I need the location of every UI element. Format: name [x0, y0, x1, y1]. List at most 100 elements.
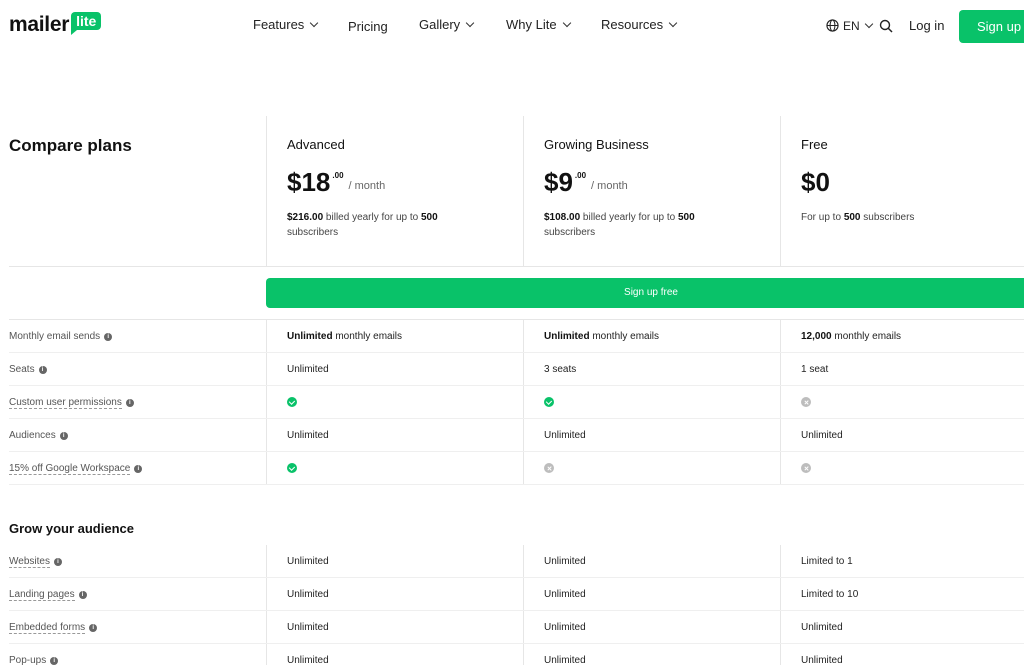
cell-value: Unlimited — [287, 589, 329, 600]
info-icon[interactable]: i — [89, 624, 98, 632]
plan-price: $9 .00 / month — [544, 167, 628, 197]
nav-resources[interactable]: Resources — [601, 17, 678, 32]
nav-why-lite[interactable]: Why Lite — [506, 17, 571, 32]
cell-value: Limited to 10 — [801, 589, 859, 600]
row-label-websites[interactable]: Websites i — [9, 556, 62, 568]
cell-value: Limited to 1 — [801, 556, 853, 567]
cell-value: Unlimited — [801, 655, 843, 665]
plan-free: Free $0 For up to 500 subscribers — [780, 116, 1024, 266]
row-label-text: Custom user permissions — [9, 397, 122, 409]
table-row: Custom user permissions i — [9, 386, 1024, 419]
info-icon[interactable]: i — [59, 431, 68, 440]
nav-features-label: Features — [253, 17, 305, 32]
cell-bold-value: 12,000 — [801, 331, 832, 342]
table-cell: Unlimited — [266, 644, 523, 665]
cell-value: monthly emails — [831, 331, 902, 342]
cell-value: monthly emails — [332, 331, 403, 342]
table-cell — [780, 452, 1024, 485]
note-tail: subscribers — [544, 227, 596, 238]
note-mid: billed yearly for up to — [580, 212, 678, 223]
table-cell — [780, 386, 1024, 419]
info-icon[interactable]: i — [53, 558, 62, 566]
cell-value: Unlimited — [544, 556, 586, 567]
info-icon[interactable]: i — [134, 465, 143, 473]
table-cell: Unlimited — [780, 419, 1024, 452]
table-cell — [266, 452, 523, 485]
cross-icon — [801, 463, 811, 473]
language-selector[interactable]: EN — [843, 19, 873, 33]
plan-name: Advanced — [287, 137, 345, 152]
cell-value: Unlimited — [544, 655, 586, 665]
nav-gallery[interactable]: Gallery — [419, 17, 475, 32]
note-subs: 500 — [843, 212, 861, 223]
cell-value: Unlimited — [544, 430, 586, 441]
row-label-text: Landing pages — [9, 589, 75, 601]
table-cell: Limited to 10 — [780, 578, 1024, 611]
row-label-text: Websites — [9, 556, 50, 568]
plan-billing-note: $216.00 billed yearly for up to 500 subs… — [287, 210, 487, 240]
cell-value: Unlimited — [287, 622, 329, 633]
table-row: Pop-ups i Unlimited Unlimited Unlimited — [9, 644, 1024, 665]
nav-gallery-label: Gallery — [419, 17, 461, 32]
nav-why-lite-label: Why Lite — [506, 17, 557, 32]
signup-button[interactable]: Sign up — [959, 10, 1024, 43]
row-label-text: Embedded forms — [9, 622, 86, 634]
table-cell — [523, 386, 780, 419]
cell-value: 3 seats — [544, 364, 577, 375]
plan-price: $0 — [801, 167, 830, 197]
nav-pricing-label: Pricing — [348, 19, 388, 34]
price-period: / month — [348, 180, 386, 192]
note-subs: 500 — [677, 212, 695, 223]
table-row: Seats i Unlimited 3 seats 1 seat — [9, 353, 1024, 386]
divider — [9, 266, 1024, 267]
price-amount: $18 — [287, 167, 331, 197]
login-link[interactable]: Log in — [909, 18, 944, 33]
note-tail: subscribers — [287, 227, 339, 238]
row-label-custom-user-permissions[interactable]: Custom user permissions i — [9, 397, 134, 409]
price-period: / month — [591, 180, 628, 192]
info-icon[interactable]: i — [50, 657, 59, 665]
table-cell: Limited to 1 — [780, 545, 1024, 578]
cell-value: Unlimited — [801, 430, 843, 441]
price-cents: .00 — [574, 171, 587, 180]
row-label-audiences: Audiences i — [9, 430, 68, 441]
table-row: Monthly email sends i Unlimited monthly em… — [9, 320, 1024, 353]
info-icon[interactable]: i — [38, 365, 47, 374]
signup-free-button[interactable]: Sign up free — [266, 278, 1024, 308]
plan-billing-note: $108.00 billed yearly for up to 500 subs… — [544, 210, 744, 240]
price-cents: .00 — [332, 171, 344, 180]
table-cell: Unlimited — [523, 611, 780, 644]
language-label: EN — [843, 19, 860, 33]
row-label-pop-ups[interactable]: Pop-ups i — [9, 655, 59, 665]
table-row: 15% off Google Workspace i — [9, 452, 1024, 485]
nav-pricing[interactable]: Pricing — [348, 19, 388, 34]
table-cell: Unlimited — [266, 419, 523, 452]
row-label-landing-pages[interactable]: Landing pages i — [9, 589, 87, 601]
cell-value: Unlimited — [287, 655, 329, 665]
chevron-down-icon — [864, 19, 873, 29]
chevron-down-icon — [668, 18, 678, 27]
cell-bold-value: Unlimited — [544, 331, 590, 342]
search-icon[interactable] — [879, 19, 893, 33]
table-cell — [266, 386, 523, 419]
table-cell: Unlimited — [780, 644, 1024, 665]
info-icon[interactable]: i — [78, 591, 87, 599]
row-label-15-off-google-workspace[interactable]: 15% off Google Workspace i — [9, 463, 143, 475]
table-cell: 3 seats — [523, 353, 780, 386]
row-label-text: 15% off Google Workspace — [9, 463, 131, 475]
cell-value: Unlimited — [287, 556, 329, 567]
info-icon[interactable]: i — [125, 399, 134, 407]
row-label-monthly-email-sends: Monthly email sends i — [9, 331, 113, 342]
info-icon[interactable]: i — [104, 332, 113, 341]
table-cell: Unlimited monthly emails — [523, 320, 780, 353]
table-cell: Unlimited monthly emails — [266, 320, 523, 353]
globe-icon[interactable] — [826, 19, 839, 32]
row-label-text: Monthly email sends — [9, 331, 101, 342]
top-header: mailer lite Features Pricing Gallery Why… — [0, 0, 1024, 52]
chevron-down-icon — [310, 18, 319, 27]
row-label-embedded-forms[interactable]: Embedded forms i — [9, 622, 98, 634]
nav-features[interactable]: Features — [253, 17, 319, 32]
price-amount: $0 — [801, 167, 830, 197]
plan-name: Free — [801, 137, 828, 152]
note-amount: $108.00 — [544, 212, 581, 223]
